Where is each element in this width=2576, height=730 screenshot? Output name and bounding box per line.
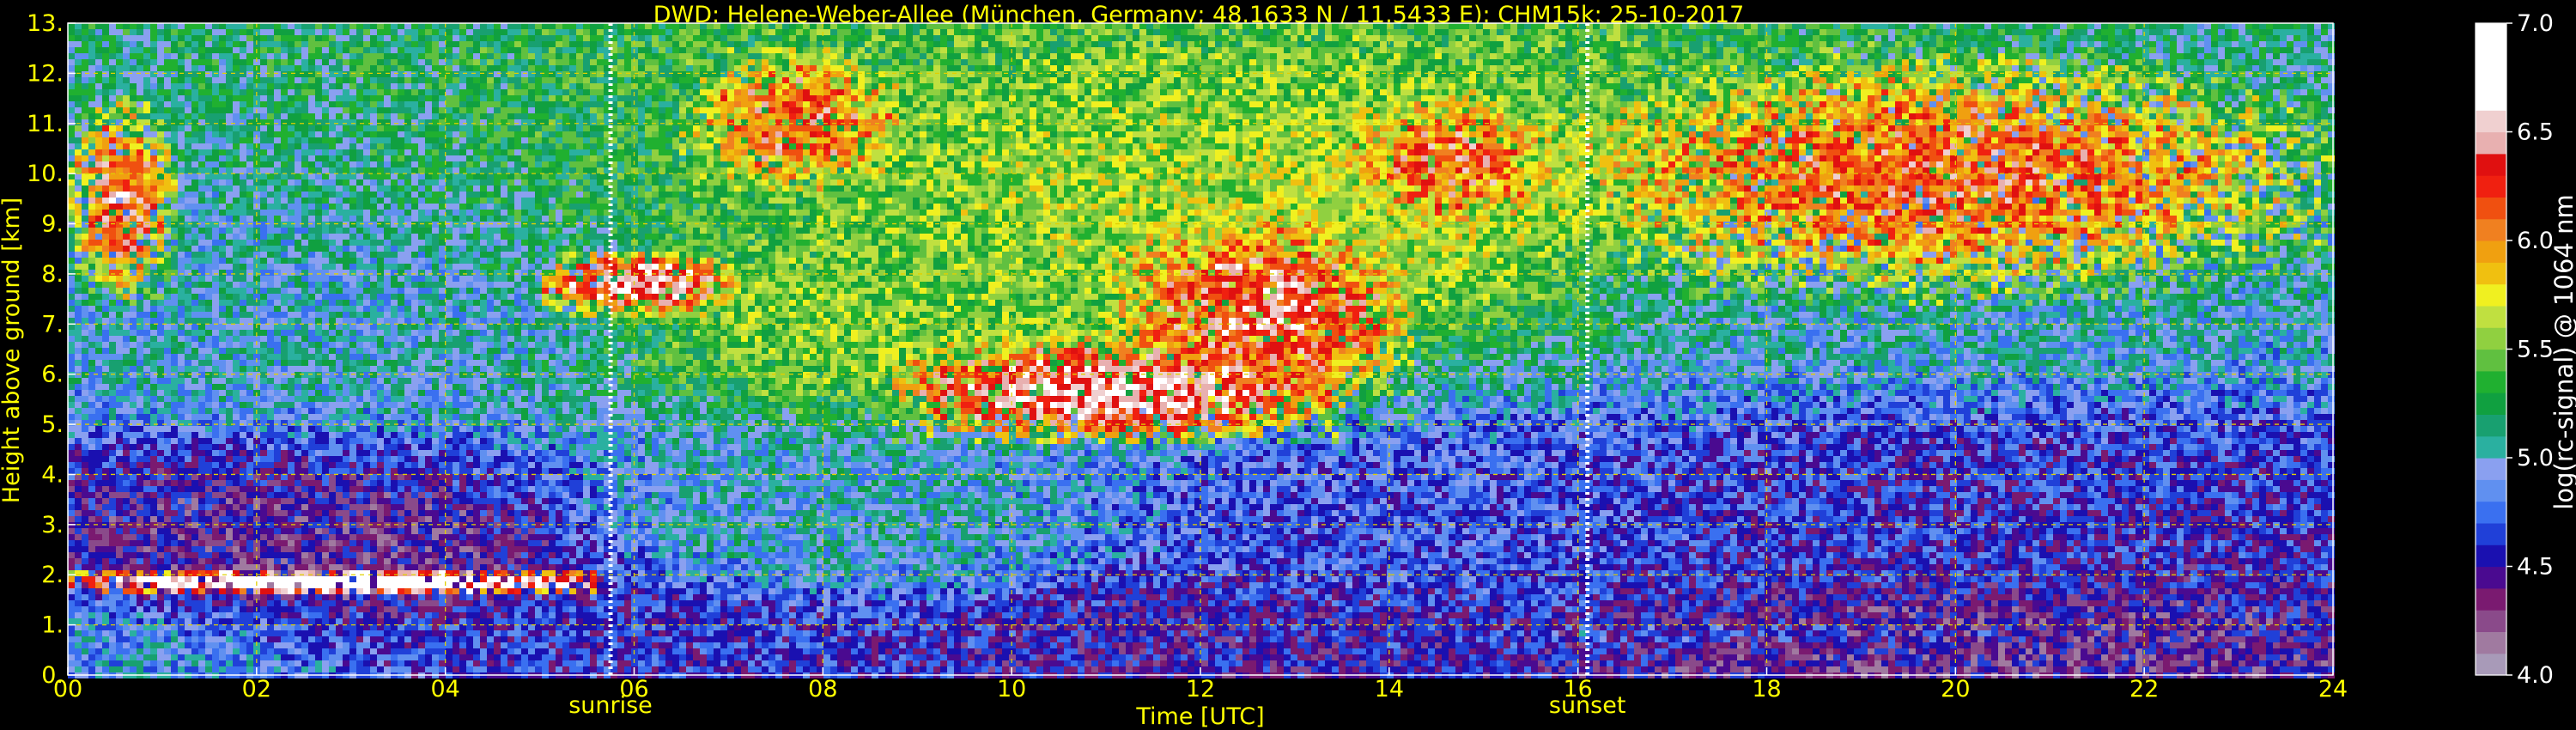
colorbar-segment [2476,631,2506,654]
y-tick-label: 7. [41,311,64,338]
colorbar-tick-label: 5.0 [2517,445,2554,471]
colorbar-segment [2476,240,2506,263]
colorbar-tick-label: 7.0 [2517,10,2554,37]
colorbar-segment [2476,262,2506,284]
y-tick-label: 13. [27,10,64,37]
colorbar-segment [2476,588,2506,611]
colorbar-segment [2476,284,2506,307]
colorbar-tick-label: 6.5 [2517,119,2554,146]
colorbar-segment [2476,436,2506,459]
x-tick-label: 02 [242,676,271,703]
y-tick-label: 8. [41,261,64,288]
colorbar-segment [2476,197,2506,219]
heatmap-cells [68,23,2335,678]
x-tick-label: 12 [1186,676,1215,703]
colorbar-tick-label: 6.0 [2517,228,2554,254]
y-tick-label: 0. [41,662,64,689]
colorbar-tick-label: 4.5 [2517,554,2554,581]
y-tick-label: 6. [41,362,64,388]
y-tick-label: 12. [27,60,64,87]
colorbar-segment [2476,567,2506,589]
colorbar-segment [2476,414,2506,436]
colorbar-segment [2476,544,2506,567]
ceilometer-chart: DWD: Helene-Weber-Allee (München, German… [0,0,2576,730]
y-tick-label: 10. [27,161,64,187]
colorbar-segment [2476,350,2506,372]
colorbar-segment [2476,219,2506,241]
x-tick-label: 16 [1563,676,1592,703]
colorbar-segment [2476,110,2506,132]
colorbar-label: log(rc-signal) @ 1064 nm [2549,194,2576,509]
y-tick-label: 11. [27,111,64,137]
x-tick-label: 22 [2129,676,2159,703]
colorbar-segment [2476,45,2506,67]
y-tick-label: 1. [41,612,64,639]
colorbar-segment [2476,327,2506,350]
x-tick-label: 14 [1375,676,1404,703]
x-tick-label: 08 [808,676,837,703]
y-tick-label: 4. [41,461,64,488]
y-tick-label: 9. [41,211,64,238]
x-tick-label: 06 [619,676,648,703]
plot-area [68,23,2335,678]
x-tick-label: 24 [2318,676,2348,703]
x-tick-label: 10 [997,676,1026,703]
colorbar-segment [2476,523,2506,545]
colorbar-segment [2476,479,2506,502]
x-tick-label: 04 [430,676,459,703]
colorbar-segment [2476,392,2506,415]
y-tick-label: 2. [41,562,64,588]
colorbar-segment [2476,502,2506,524]
colorbar-segment [2476,306,2506,328]
colorbar-segment [2476,132,2506,155]
colorbar-tick-label: 5.5 [2517,337,2554,363]
colorbar-segment [2476,175,2506,198]
colorbar-segment [2476,371,2506,393]
colorbar-segment [2476,88,2506,111]
colorbar-segment [2476,154,2506,176]
y-tick-label: 3. [41,512,64,538]
colorbar-segment [2476,67,2506,89]
y-axis-label: Height above ground [km] [0,198,25,503]
y-tick-label: 5. [41,411,64,438]
x-axis-label: Time [UTC] [1135,703,1264,730]
colorbar-segment [2476,654,2506,676]
colorbar-segment [2476,458,2506,480]
colorbar-segment [2476,610,2506,632]
x-tick-label: 20 [1941,676,1970,703]
x-tick-label: 18 [1752,676,1781,703]
colorbar-tick-label: 4.0 [2517,662,2554,689]
colorbar-segment [2476,23,2506,46]
